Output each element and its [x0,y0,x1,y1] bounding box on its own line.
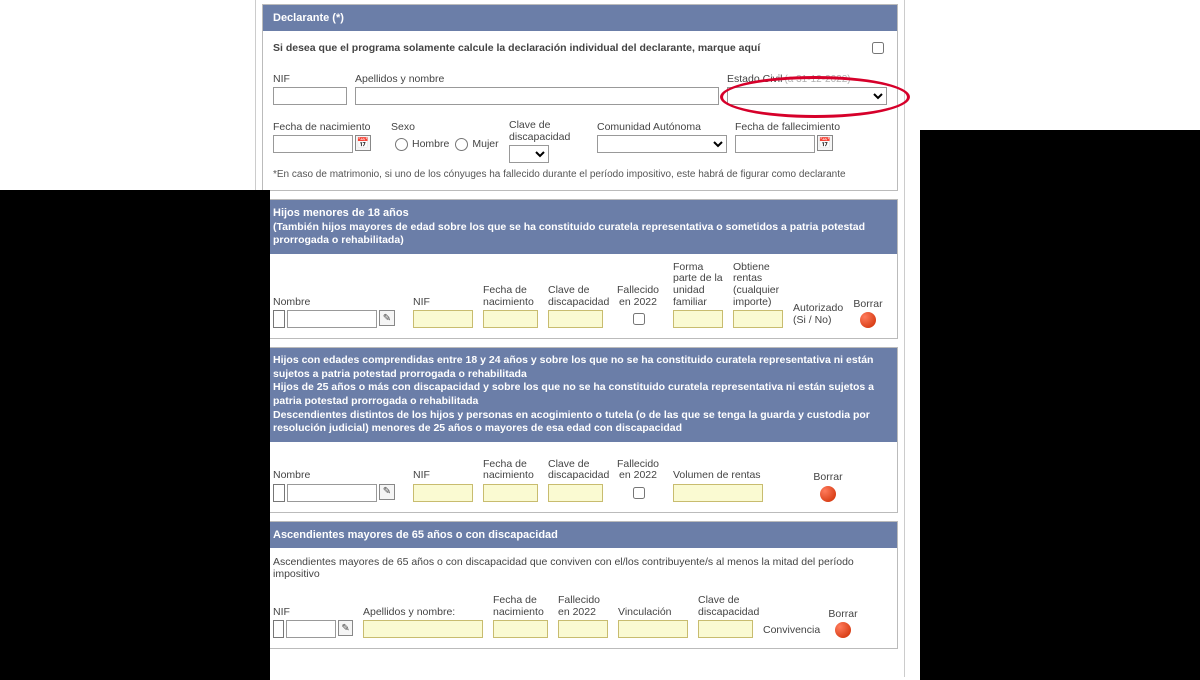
col-fallecido: Fallecido en 2022 [613,450,663,482]
asc-apellidos-input[interactable] [363,620,483,638]
clave-disc-label: Clave de discapacidad [509,111,589,143]
section-hijos-menores: Hijos menores de 18 años (También hijos … [262,199,898,339]
section-header-hijos-1824: Hijos con edades comprendidas entre 18 y… [263,348,897,442]
h1824-nombre-input[interactable] [287,484,377,502]
col-formaparte: Forma parte de la unidad familiar [673,262,723,308]
h1824-title2: Hijos de 25 años o más con discapacidad … [273,381,887,408]
delete-button[interactable] [820,486,836,502]
edit-icon[interactable]: ✎ [338,620,353,636]
col-fecha-nac: Fecha de nacimiento [483,450,538,482]
nif-label: NIF [273,63,347,85]
hijos-menores-subtitle: (También hijos mayores de edad sobre los… [273,221,887,248]
calendar-icon[interactable]: 📅 [817,135,833,151]
hm-clavedisc-input[interactable] [548,310,603,328]
col-nombre: Nombre [273,450,403,482]
estado-civil-select[interactable] [727,87,887,105]
col-clave-disc: Clave de discapacidad [548,276,603,308]
col-volumen: Volumen de rentas [673,450,763,482]
col-fecha-nac: Fecha de nacimiento [483,276,538,308]
sexo-mujer-radio[interactable] [455,138,468,151]
col-vinculacion: Vinculación [618,586,688,618]
col-borrar: Borrar [853,278,882,310]
estado-civil-label: Estado Civil (a 31-12-2022) [727,63,887,85]
declarante-title: Declarante (*) [273,12,344,24]
cursor-icon [273,620,284,638]
col-apellidos: Apellidos y nombre: [363,586,483,618]
comunidad-label: Comunidad Autónoma [597,111,727,133]
col-clave-disc: Clave de discapacidad [548,450,603,482]
calendar-icon[interactable]: 📅 [355,135,371,151]
silhouette-woman [920,130,1200,680]
fecha-nac-input[interactable] [273,135,353,153]
sexo-label: Sexo [391,111,501,133]
asc-vinculacion-input[interactable] [618,620,688,638]
col-autorizado: Autorizado (Si / No) [793,294,843,326]
section-header-hijos-menores: Hijos menores de 18 años (También hijos … [263,200,897,254]
nif-input[interactable] [273,87,347,105]
col-nif: NIF [413,276,473,308]
col-obtienerentas: Obtiene rentas (cualquier importe) [733,262,783,308]
section-hijos-1824: Hijos con edades comprendidas entre 18 y… [262,347,898,513]
section-header-declarante: Declarante (*) [263,5,897,31]
h1824-fechanac-input[interactable] [483,484,538,502]
silhouette-man [0,190,270,680]
clave-disc-select[interactable] [509,145,549,163]
individual-prompt: Si desea que el programa solamente calcu… [273,42,760,54]
asc-clavedisc-input[interactable] [698,620,753,638]
section-ascendientes: Ascendientes mayores de 65 años o con di… [262,521,898,649]
ascendientes-title: Ascendientes mayores de 65 años o con di… [273,529,558,541]
hm-nif-input[interactable] [413,310,473,328]
col-nif: NIF [413,450,473,482]
h1824-title3: Descendientes distintos de los hijos y p… [273,409,887,436]
delete-button[interactable] [860,312,876,328]
declarante-footnote: *En caso de matrimonio, si uno de los có… [273,169,887,180]
h1824-fallecido-checkbox[interactable] [633,487,645,499]
h1824-clavedisc-input[interactable] [548,484,603,502]
asc-fechanac-input[interactable] [493,620,548,638]
cursor-icon [273,484,285,502]
col-fallecido: Fallecido en 2022 [613,276,663,308]
hm-fallecido-checkbox[interactable] [633,313,645,325]
h1824-nif-input[interactable] [413,484,473,502]
asc-fallecido-input[interactable] [558,620,608,638]
edit-icon[interactable]: ✎ [379,484,395,500]
section-header-ascendientes: Ascendientes mayores de 65 años o con di… [263,522,897,548]
apellidos-input[interactable] [355,87,719,105]
col-convivencia: Convivencia [763,604,818,636]
col-borrar: Borrar [813,452,842,484]
fecha-fall-label: Fecha de fallecimiento [735,111,855,133]
individual-checkbox[interactable] [872,42,884,54]
estado-civil-hint: (a 31-12-2022) [784,74,850,85]
edit-icon[interactable]: ✎ [379,310,395,326]
delete-button[interactable] [835,622,851,638]
comunidad-select[interactable] [597,135,727,153]
sexo-hombre-radio[interactable] [395,138,408,151]
fecha-fall-input[interactable] [735,135,815,153]
cursor-icon [273,310,285,328]
col-fecha-nac: Fecha de nacimiento [493,586,548,618]
col-nombre: Nombre [273,276,403,308]
asc-nif-input[interactable] [286,620,336,638]
ascendientes-subtitle: Ascendientes mayores de 65 años o con di… [273,556,887,580]
col-borrar: Borrar [828,588,857,620]
h1824-volumen-input[interactable] [673,484,763,502]
section-declarante: Declarante (*) Si desea que el programa … [262,4,898,191]
hm-nombre-input[interactable] [287,310,377,328]
h1824-title1: Hijos con edades comprendidas entre 18 y… [273,354,887,381]
hm-fechanac-input[interactable] [483,310,538,328]
apellidos-label: Apellidos y nombre [355,63,719,85]
sexo-hombre-label: Hombre [412,138,449,150]
col-clave-disc: Clave de discapacidad [698,586,753,618]
sexo-mujer-label: Mujer [472,138,498,150]
hm-obtienerentas-input[interactable] [733,310,783,328]
hijos-menores-title: Hijos menores de 18 años [273,207,409,219]
col-fallecido: Fallecido en 2022 [558,586,608,618]
hm-formaparte-input[interactable] [673,310,723,328]
fecha-nac-label: Fecha de nacimiento [273,111,383,133]
col-nif: NIF [273,586,353,618]
